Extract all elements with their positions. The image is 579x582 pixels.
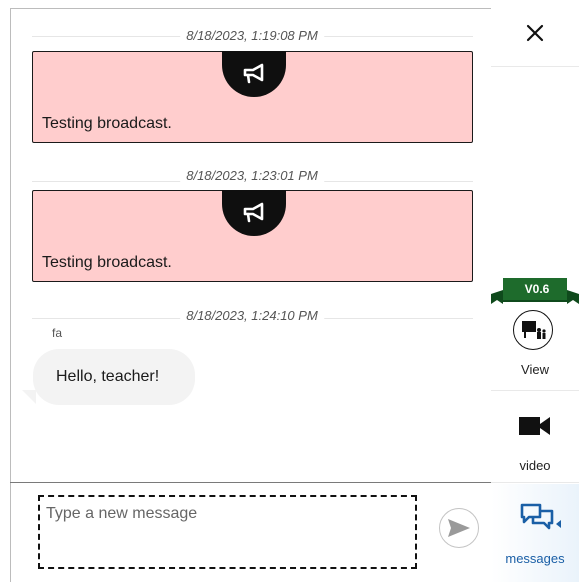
view-button[interactable]: View [491,306,579,386]
chat-bubbles-icon [520,503,561,530]
messages-label: messages [505,551,565,566]
broadcast-text: Testing broadcast. [42,254,172,271]
sidebar-divider [491,66,579,67]
chat-message-bubble: Hello, teacher! [33,349,195,405]
close-icon [526,24,544,42]
sidebar-divider [491,390,579,391]
send-icon [448,519,470,537]
message-input[interactable] [38,495,417,569]
sidebar: V0.6 View video messages [491,0,579,582]
message-sender: fa [52,326,63,340]
broadcast-message: Testing broadcast. [32,51,473,143]
message-timestamp: 8/18/2023, 1:19:08 PM [180,28,324,43]
broadcast-message: Testing broadcast. [32,190,473,282]
video-label: video [519,458,551,473]
broadcast-text: Testing broadcast. [42,115,172,132]
message-timestamp: 8/18/2023, 1:23:01 PM [180,168,324,183]
megaphone-icon [222,51,286,97]
video-camera-icon [519,417,550,435]
composer-divider [10,482,491,483]
version-label: V0.6 [524,282,550,296]
video-button[interactable]: video [491,392,579,478]
view-label: View [521,362,549,377]
megaphone-icon [222,190,286,236]
sidebar-divider [491,482,579,483]
messages-button[interactable]: messages [491,484,579,582]
message-timestamp: 8/18/2023, 1:24:10 PM [180,308,324,323]
close-button[interactable] [491,0,579,66]
classroom-view-icon [513,310,553,350]
send-button[interactable] [439,508,479,548]
chat-bubble-tail [22,390,36,404]
